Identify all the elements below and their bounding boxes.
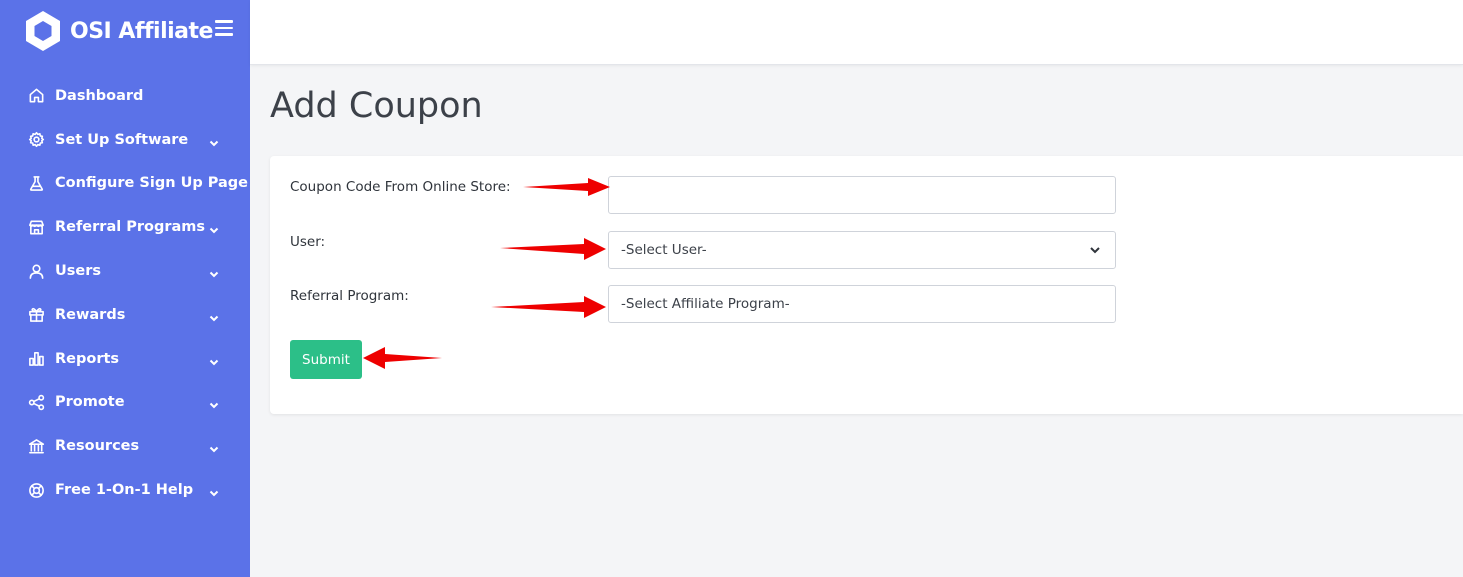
submit-button[interactable]: Submit	[290, 340, 362, 379]
sidebar-item-referral-programs[interactable]: Referral Programs	[0, 205, 250, 249]
sidebar-item-resources[interactable]: Resources	[0, 424, 250, 468]
page-title: Add Coupon	[270, 86, 483, 126]
sidebar-item-label: Resources	[55, 438, 140, 455]
brand-name: OSI Affiliate	[70, 18, 213, 44]
chevron-down-icon	[208, 484, 220, 497]
coupon-code-input[interactable]	[608, 176, 1116, 214]
chevron-down-icon	[208, 396, 220, 409]
lifebuoy-icon	[27, 481, 45, 499]
sidebar-item-label: Referral Programs	[55, 219, 206, 236]
chevron-down-icon	[208, 353, 220, 366]
add-coupon-form-card: Coupon Code From Online Store: User: -Se…	[270, 156, 1463, 414]
sidebar-item-label: Promote	[55, 394, 125, 411]
sidebar-item-label: Free 1-On-1 Help	[55, 482, 194, 499]
chevron-down-icon	[208, 221, 220, 234]
sidebar-item-label: Users	[55, 263, 102, 280]
sidebar-item-set-up-software[interactable]: Set Up Software	[0, 118, 250, 162]
referral-program-select-value: -Select Affiliate Program-	[621, 296, 790, 312]
flask-icon	[27, 174, 45, 192]
coupon-code-label: Coupon Code From Online Store:	[290, 179, 511, 195]
osi-logo-icon	[26, 11, 60, 51]
chevron-down-icon	[208, 309, 220, 322]
sidebar-item-promote[interactable]: Promote	[0, 381, 250, 425]
sidebar-item-label: Rewards	[55, 306, 126, 323]
user-select[interactable]: -Select User-	[608, 231, 1116, 269]
hamburger-menu-icon[interactable]	[215, 20, 233, 38]
gift-icon	[27, 306, 45, 324]
sidebar-item-free-help[interactable]: Free 1-On-1 Help	[0, 468, 250, 512]
chevron-down-icon	[1089, 244, 1101, 256]
home-icon	[27, 87, 45, 105]
sidebar-item-rewards[interactable]: Rewards	[0, 293, 250, 337]
sidebar-item-label: Configure Sign Up Page	[55, 175, 249, 192]
sidebar-item-dashboard[interactable]: Dashboard	[0, 74, 250, 118]
bank-icon	[27, 437, 45, 455]
referral-program-select[interactable]: -Select Affiliate Program-	[608, 285, 1116, 323]
user-select-value: -Select User-	[621, 242, 707, 258]
referral-program-label: Referral Program:	[290, 288, 409, 304]
gear-icon	[27, 131, 45, 149]
chevron-down-icon	[208, 265, 220, 278]
sidebar-item-reports[interactable]: Reports	[0, 337, 250, 381]
sidebar-item-label: Reports	[55, 350, 120, 367]
chevron-down-icon	[208, 440, 220, 453]
user-icon	[27, 262, 45, 280]
sidebar: OSI Affiliate Dashboard Set Up Software …	[0, 0, 250, 577]
chevron-down-icon	[208, 134, 220, 147]
bar-chart-icon	[27, 350, 45, 368]
brand[interactable]: OSI Affiliate	[24, 10, 213, 52]
store-icon	[27, 218, 45, 236]
sidebar-item-users[interactable]: Users	[0, 249, 250, 293]
top-bar	[250, 0, 1463, 65]
sidebar-nav: Dashboard Set Up Software Configure Sign…	[0, 74, 250, 512]
sidebar-item-configure-sign-up-page[interactable]: Configure Sign Up Page	[0, 162, 250, 206]
share-icon	[27, 393, 45, 411]
sidebar-item-label: Dashboard	[55, 87, 144, 104]
sidebar-item-label: Set Up Software	[55, 131, 189, 148]
user-label: User:	[290, 234, 326, 250]
